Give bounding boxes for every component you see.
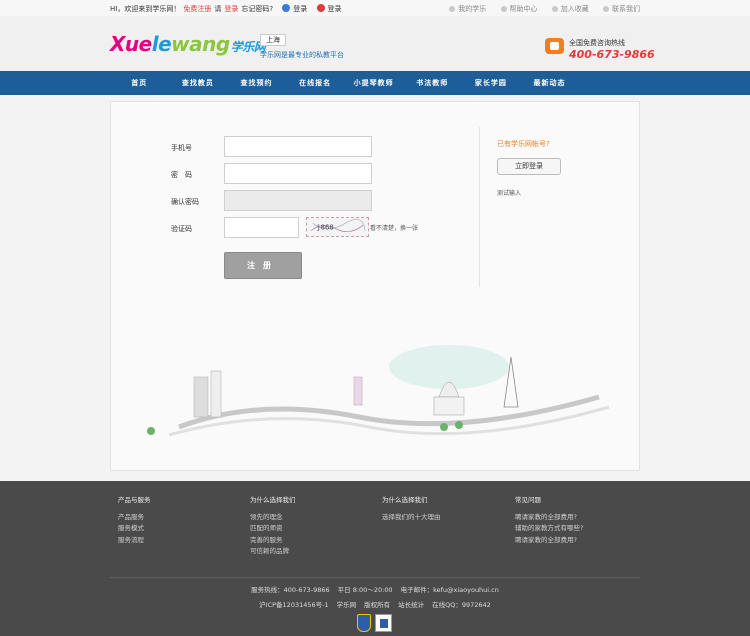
trust-badge-icon[interactable] <box>357 614 371 632</box>
top-bar: HI，欢迎来到学乐网！ 免费注册请登录 忘记密码? 登录 登录 我的学乐 帮助中心 … <box>0 0 750 16</box>
confirm-password-label: 确认密码 <box>171 198 199 206</box>
site-logo[interactable]: Xuelewang学乐网 <box>110 32 266 56</box>
test-input-text: 测试输入 <box>497 190 522 197</box>
city-skyline-illustration <box>147 345 610 437</box>
my-xuele-label: 我的学乐 <box>458 5 487 13</box>
city-selector[interactable]: 上海 <box>260 34 286 46</box>
marker-icon <box>440 423 448 431</box>
qq-icon[interactable] <box>282 4 291 12</box>
site-stats-link[interactable]: 站长统计 <box>398 601 424 609</box>
online-qq[interactable]: 在线QQ：9972642 <box>432 601 491 609</box>
contact-us-link[interactable]: 联系我们 <box>603 5 640 13</box>
confirm-password-input[interactable] <box>224 190 372 211</box>
top-bar-left: HI，欢迎来到学乐网！ 免费注册请登录 忘记密码? 登录 登录 <box>110 4 345 14</box>
nav-item-news[interactable]: 最新动态 <box>520 71 579 95</box>
star-icon <box>551 6 558 12</box>
nav-item-online-signup[interactable]: 在线报名 <box>286 71 345 95</box>
welcome-text: HI，欢迎来到学乐网！ <box>110 5 181 13</box>
footer-link[interactable]: 产品服务 <box>118 512 151 524</box>
has-account-text: 已有学乐网帐号? <box>497 140 550 148</box>
footer-col-title: 常见问题 <box>515 496 541 504</box>
footer: 产品与服务 产品服务 服务模式 服务流程 为什么选择我们 领先的理念 匹配的师资… <box>0 481 750 636</box>
qq-login-link[interactable]: 登录 <box>293 5 307 13</box>
captcha-input[interactable] <box>224 217 299 238</box>
footer-divider <box>110 577 640 578</box>
footer-link[interactable]: 辅助的家教方式有哪些? <box>515 523 583 535</box>
footer-link[interactable]: 可信赖的品牌 <box>250 546 296 558</box>
copyright: 版权所有 <box>364 601 391 609</box>
hotline-number: 400-673-9866 <box>569 48 655 61</box>
refresh-captcha-link[interactable]: 看不清楚，换一张 <box>370 223 418 232</box>
footer-link[interactable]: 选择我们的十大理由 <box>382 512 441 524</box>
hotline-label: 全国免费咨询热线 <box>569 39 625 47</box>
work-hours: 平日 8:00～20:00 <box>337 586 393 594</box>
mail-icon <box>603 6 609 12</box>
footer-col-products: 产品与服务 产品服务 服务模式 服务流程 <box>118 495 151 546</box>
footer-legal-info: 沪ICP备12031456号-1 学乐网 版权所有 站长统计 在线QQ：9972642 <box>0 599 750 609</box>
marker-icon <box>455 421 463 429</box>
footer-contact-info: 服务热线：400-673-9866 平日 8:00～20:00 电子邮件：kefu@… <box>0 584 750 594</box>
logo-le: le <box>151 32 172 56</box>
footer-link[interactable]: 领先的理念 <box>250 512 296 524</box>
contact-label: 联系我们 <box>612 5 640 13</box>
favorite-label: 加入收藏 <box>560 5 589 13</box>
logo-wang: wang <box>171 32 230 56</box>
add-favorite-link[interactable]: 加入收藏 <box>551 5 589 13</box>
service-line: 服务热线：400-673-9866 <box>251 586 330 594</box>
marker-icon <box>147 427 155 435</box>
footer-col-title: 为什么选择我们 <box>250 496 296 504</box>
login-now-button[interactable]: 立即登录 <box>497 158 561 175</box>
logo-xue: Xue <box>110 32 152 56</box>
icp-number[interactable]: 沪ICP备12031456号-1 <box>259 601 328 609</box>
footer-col-title: 为什么选择我们 <box>382 496 428 504</box>
footer-col-why-us-2: 为什么选择我们 选择我们的十大理由 <box>382 495 441 523</box>
phone-label: 手机号 <box>171 144 192 152</box>
login-link[interactable]: 登录 <box>224 5 238 13</box>
password-input[interactable] <box>224 163 372 184</box>
footer-link[interactable]: 匹配的师资 <box>250 523 296 535</box>
nav-item-home[interactable]: 首页 <box>110 71 169 95</box>
footer-site-name: 学乐网 <box>336 601 357 609</box>
captcha-graphic: j868 <box>310 219 366 233</box>
footer-link[interactable]: 完善的服务 <box>250 535 296 547</box>
footer-col-faq: 常见问题 聘请家教的全部费用? 辅助的家教方式有哪些? 聘请家教的全部费用? <box>515 495 583 546</box>
heart-icon <box>449 6 456 12</box>
vertical-divider <box>479 127 480 287</box>
footer-col-title: 产品与服务 <box>118 496 151 504</box>
nav-item-violin-teacher[interactable]: 小提琴教师 <box>344 71 403 95</box>
svg-text:j868: j868 <box>316 223 333 232</box>
phone-input[interactable] <box>224 136 372 157</box>
nav-item-calligraphy-teacher[interactable]: 书法教师 <box>403 71 462 95</box>
password-label: 密 码 <box>171 171 192 179</box>
footer-link[interactable]: 服务流程 <box>118 535 151 547</box>
captcha-image[interactable]: j868 <box>306 217 369 237</box>
nav-item-find-teacher[interactable]: 查找教员 <box>169 71 228 95</box>
captcha-label: 验证码 <box>171 225 192 233</box>
footer-col-why-us: 为什么选择我们 领先的理念 匹配的师资 完善的服务 可信赖的品牌 <box>250 495 296 558</box>
header: Xuelewang学乐网 上海 学乐网是最专业的私教平台 全国免费咨询热线 40… <box>0 16 750 71</box>
footer-link[interactable]: 服务模式 <box>118 523 151 535</box>
forgot-password-link[interactable]: 忘记密码? <box>241 5 273 13</box>
nav-item-find-booking[interactable]: 查找预约 <box>227 71 286 95</box>
weibo-icon[interactable] <box>316 4 325 12</box>
police-badge-icon[interactable] <box>375 614 392 632</box>
nav-item-parent-school[interactable]: 家长学园 <box>462 71 521 95</box>
contact-email: 电子邮件：kefu@xiaoyouhui.cn <box>400 586 499 594</box>
weibo-login-link[interactable]: 登录 <box>328 5 342 13</box>
phone-icon <box>545 38 564 54</box>
top-bar-right: 我的学乐 帮助中心 加入收藏 联系我们 <box>437 4 640 14</box>
help-center-link[interactable]: 帮助中心 <box>500 5 538 13</box>
footer-link[interactable]: 聘请家教的全部费用? <box>515 512 583 524</box>
please-text: 请 <box>214 5 222 13</box>
slogan: 学乐网是最专业的私教平台 <box>260 51 344 59</box>
help-icon <box>500 6 507 12</box>
main-nav: 首页 查找教员 查找预约 在线报名 小提琴教师 书法教师 家长学园 最新动态 <box>0 71 750 95</box>
footer-link[interactable]: 聘请家教的全部费用? <box>515 535 583 547</box>
register-button[interactable]: 注册 <box>224 252 302 279</box>
register-card: 手机号 密 码 确认密码 验证码 j868 看不清楚，换一张 注册 已有学乐网帐… <box>110 101 640 471</box>
my-xuele-link[interactable]: 我的学乐 <box>449 5 486 13</box>
help-label: 帮助中心 <box>509 5 538 13</box>
register-link[interactable]: 免费注册 <box>183 5 211 13</box>
